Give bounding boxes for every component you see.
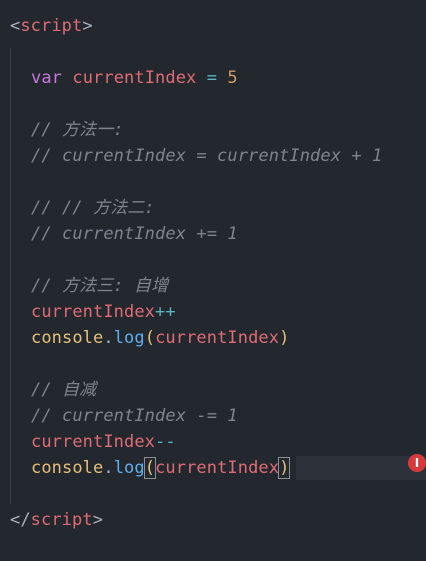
- tag-bracket-open: <: [10, 16, 21, 36]
- variable-name: currentIndex: [31, 302, 156, 322]
- paren-open-matched: (: [143, 457, 157, 479]
- paren-open: (: [144, 328, 156, 348]
- comment-line: // // 方法二:: [31, 198, 155, 218]
- operator-assign: =: [206, 68, 218, 88]
- text-cursor-indicator-icon: I: [408, 454, 426, 472]
- comment-line: // 方法三: 自增: [31, 276, 169, 296]
- dot: .: [103, 458, 114, 478]
- operator-decrement: --: [155, 432, 176, 452]
- tag-name: script: [30, 510, 93, 530]
- script-close-tag: </script>: [10, 507, 103, 533]
- code-line-increment: currentIndex++: [31, 299, 176, 325]
- indent-guide: [10, 48, 11, 504]
- argument: currentIndex: [155, 458, 280, 478]
- comment-line: // 自减: [31, 380, 97, 400]
- variable-name: currentIndex: [72, 68, 197, 88]
- method-log: log: [113, 328, 145, 348]
- code-editor[interactable]: <script> var currentIndex = 5 // 方法一: //…: [0, 0, 426, 561]
- console-object: console: [31, 328, 104, 348]
- tag-bracket-open: </: [10, 510, 31, 530]
- paren-close: ): [279, 328, 290, 348]
- tag-name: script: [20, 16, 83, 36]
- comment-line: // currentIndex += 1: [31, 224, 238, 244]
- keyword-var: var: [31, 68, 63, 88]
- comment-line: // currentIndex -= 1: [31, 406, 238, 426]
- code-line-log: console.log(currentIndex): [31, 325, 289, 351]
- console-object: console: [31, 458, 104, 478]
- dot: .: [103, 328, 114, 348]
- code-line-log: console.log(currentIndex): [31, 455, 291, 481]
- code-line-decrement: currentIndex--: [31, 429, 176, 455]
- paren-close-matched: ): [278, 457, 291, 479]
- number-literal: 5: [227, 68, 238, 88]
- script-open-tag: <script>: [10, 13, 93, 39]
- method-log: log: [113, 458, 145, 478]
- variable-name: currentIndex: [31, 432, 156, 452]
- operator-increment: ++: [155, 302, 176, 322]
- code-line-var: var currentIndex = 5: [31, 65, 238, 91]
- comment-line: // 方法一:: [31, 120, 124, 140]
- comment-line: // currentIndex = currentIndex + 1: [31, 146, 383, 166]
- current-line-highlight: [296, 456, 426, 480]
- tag-bracket-close: >: [82, 16, 93, 36]
- tag-bracket-close: >: [92, 510, 104, 530]
- argument: currentIndex: [155, 328, 280, 348]
